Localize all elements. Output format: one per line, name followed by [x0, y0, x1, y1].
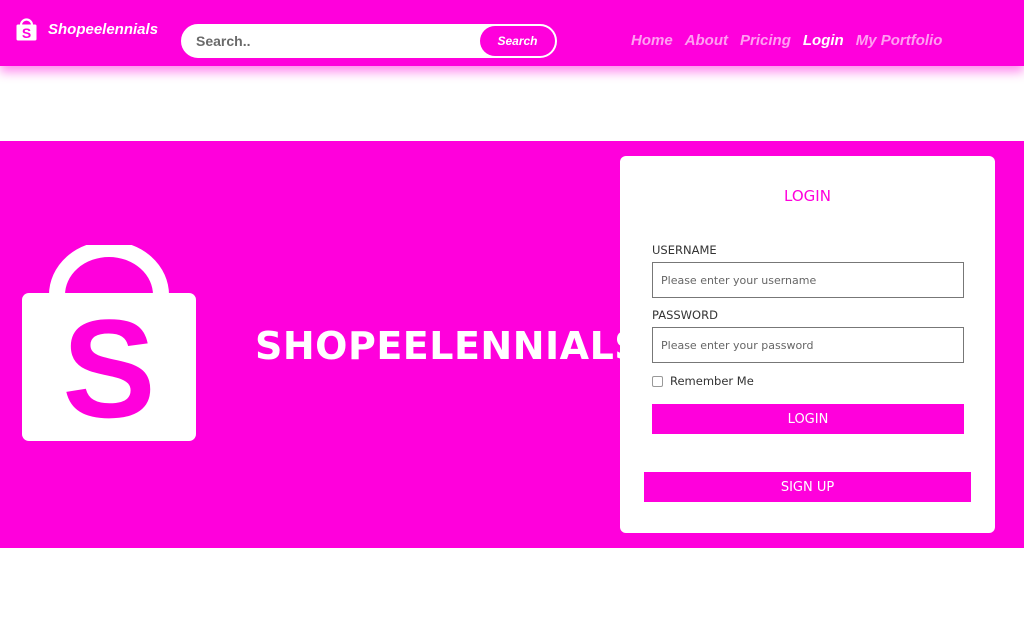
brand-name[interactable]: Shopeelennials [48, 21, 158, 38]
login-card: LOGIN USERNAME PASSWORD Remember Me LOGI… [620, 156, 995, 533]
password-field[interactable] [652, 327, 964, 363]
svg-text:S: S [62, 290, 155, 445]
nav-links: Home About Pricing Login My Portfolio [631, 32, 954, 49]
username-label: USERNAME [652, 243, 717, 257]
login-card-title: LOGIN [784, 187, 831, 205]
nav-link-home[interactable]: Home [631, 32, 673, 49]
nav-link-login[interactable]: Login [803, 32, 844, 49]
username-field[interactable] [652, 262, 964, 298]
sign-up-button[interactable]: SIGN UP [644, 472, 971, 502]
remember-me[interactable]: Remember Me [652, 374, 754, 388]
login-button[interactable]: LOGIN [652, 404, 964, 434]
search-button[interactable]: Search [480, 26, 555, 56]
search-input[interactable] [196, 25, 476, 57]
remember-me-checkbox[interactable] [652, 375, 663, 387]
hero-title: SHOPEELENNIALS [255, 324, 643, 368]
top-navbar: S Shopeelennials Search Home About Prici… [0, 0, 1024, 66]
nav-link-my-portfolio[interactable]: My Portfolio [856, 32, 943, 49]
nav-link-pricing[interactable]: Pricing [740, 32, 791, 49]
search-bar: Search [181, 24, 557, 58]
svg-text:S: S [22, 25, 31, 41]
shopping-bag-icon: S [16, 18, 37, 41]
brand[interactable]: S Shopeelennials [14, 18, 158, 42]
password-label: PASSWORD [652, 308, 718, 322]
remember-me-label: Remember Me [670, 374, 754, 388]
nav-link-about[interactable]: About [685, 32, 728, 49]
shopping-bag-logo-icon: S [22, 245, 196, 445]
